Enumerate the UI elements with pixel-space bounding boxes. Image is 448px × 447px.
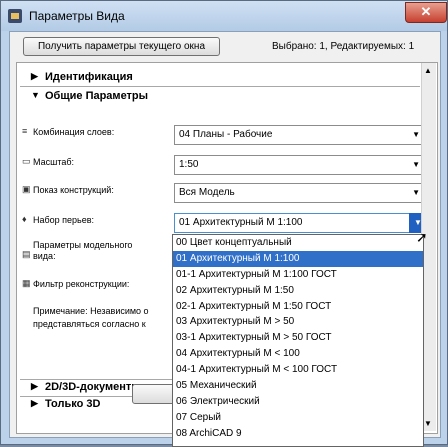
layer-combo-label: Комбинация слоев:	[33, 127, 115, 137]
get-current-window-params-button[interactable]: Получить параметры текущего окна	[23, 37, 220, 56]
scroll-up-icon[interactable]: ▲	[424, 66, 432, 75]
divider	[20, 86, 420, 87]
expand-arrow-icon: ▶	[31, 71, 38, 81]
pen-set-option[interactable]: 03-1 Архитектурный М > 50 ГОСТ	[173, 330, 423, 346]
section-general[interactable]: ▼ Общие Параметры	[17, 90, 421, 104]
filter-icon: ▦	[22, 278, 31, 288]
pen-set-option[interactable]: 08 ArchiCAD 9	[173, 426, 423, 442]
section-label: Только 3D	[45, 398, 101, 410]
scale-dropdown[interactable]: 1:50 ▼	[174, 155, 427, 175]
expand-arrow-icon: ▶	[31, 381, 38, 391]
pen-set-option[interactable]: 06 Электрический	[173, 394, 423, 410]
section-label: Общие Параметры	[45, 90, 149, 102]
dropdown-value: 01 Архитектурный М 1:100	[179, 217, 303, 228]
chevron-down-icon: ▼	[412, 130, 420, 139]
pen-set-option[interactable]: 02 Архитектурный М 1:50	[173, 283, 423, 299]
pen-set-option[interactable]: 04-1 Архитектурный М < 100 ГОСТ	[173, 362, 423, 378]
renovation-filter-label: Фильтр реконструкции:	[33, 279, 130, 289]
scale-label: Масштаб:	[33, 157, 75, 167]
collapse-arrow-icon: ▼	[31, 90, 40, 100]
pen-set-option[interactable]: 00 Цвет концептуальный	[173, 235, 423, 251]
pen-set-label: Набор перьев:	[33, 215, 95, 225]
mouse-cursor-icon: ➚	[416, 229, 428, 245]
section-label: 2D/3D-документы	[45, 381, 141, 393]
app-icon	[8, 9, 22, 23]
pen-set-option[interactable]: 03 Архитектурный М > 50	[173, 314, 423, 330]
selection-info: Выбрано: 1, Редактируемых: 1	[272, 41, 415, 52]
pen-set-options-list[interactable]: 00 Цвет концептуальный 01 Архитектурный М…	[172, 234, 424, 447]
pen-set-option[interactable]: 02-1 Архитектурный М 1:50 ГОСТ	[173, 299, 423, 315]
title-bar[interactable]: Параметры Вида ✕	[1, 1, 447, 31]
pen-set-option[interactable]: 07 Серый	[173, 410, 423, 426]
close-icon: ✕	[420, 4, 432, 19]
layers-icon: ≡	[22, 126, 28, 136]
structure-icon: ▣	[22, 184, 31, 194]
structure-display-dropdown[interactable]: Вся Модель ▼	[174, 183, 427, 203]
dropdown-value: 04 Планы - Рабочие	[179, 129, 273, 140]
expand-arrow-icon: ▶	[31, 398, 38, 408]
chevron-down-icon: ▼	[412, 160, 420, 169]
layer-combo-dropdown[interactable]: 04 Планы - Рабочие ▼	[174, 125, 427, 145]
model-view-label-line2: вида:	[33, 251, 56, 261]
note-line1: Примечание: Независимо о	[33, 306, 149, 316]
model-view-icon: ▤	[22, 249, 31, 259]
model-view-label-line1: Параметры модельного	[33, 240, 133, 250]
pen-set-option[interactable]: 05 Механический	[173, 378, 423, 394]
dropdown-value: 1:50	[179, 159, 199, 170]
window-title: Параметры Вида	[29, 9, 125, 23]
scale-icon: ▭	[22, 156, 31, 166]
pen-set-option[interactable]: 01-1 Архитектурный М 1:100 ГОСТ	[173, 267, 423, 283]
scroll-down-icon[interactable]: ▼	[424, 419, 432, 428]
dropdown-value: Вся Модель	[179, 187, 235, 198]
note-line2: представляться согласно к	[33, 319, 146, 329]
section-identification[interactable]: ▶ Идентификация	[17, 71, 421, 85]
pen-set-option[interactable]: 01 Архитектурный М 1:100	[173, 250, 423, 267]
pen-icon: ♦	[22, 214, 27, 224]
chevron-down-icon: ▼	[412, 188, 420, 197]
pen-set-dropdown[interactable]: 01 Архитектурный М 1:100 ▼	[174, 213, 427, 233]
section-label: Идентификация	[45, 71, 133, 83]
structure-display-label: Показ конструкций:	[33, 185, 114, 195]
pen-set-option[interactable]: 04 Архитектурный М < 100	[173, 346, 423, 362]
close-button[interactable]: ✕	[405, 2, 447, 23]
